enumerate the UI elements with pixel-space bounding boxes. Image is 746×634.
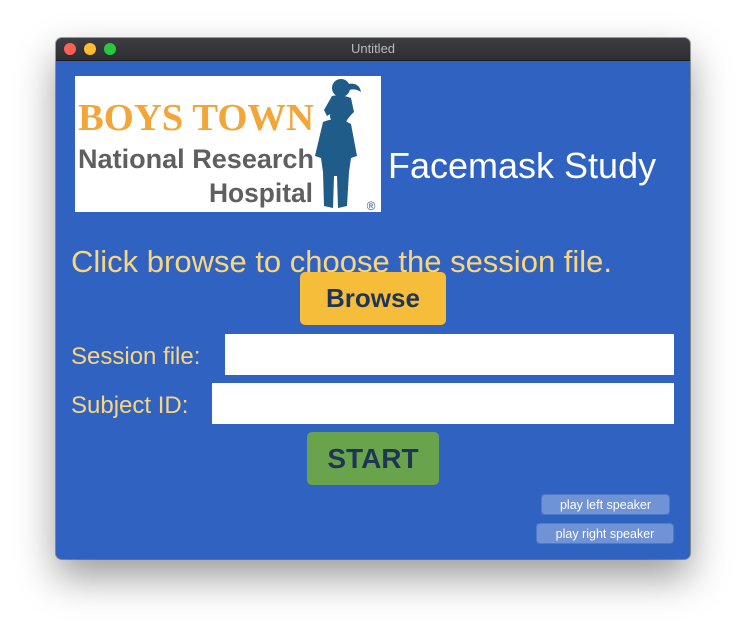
logo-line3: Hospital [209,178,313,208]
boys-town-logo: BOYS TOWN National Research Hospital ® [75,76,381,212]
window-title: Untitled [350,41,396,56]
logo-image: BOYS TOWN National Research Hospital ® [78,79,376,212]
logo-line1: BOYS TOWN [78,97,314,139]
app-window: Untitled BOYS TOWN National Research Hos… [56,38,690,559]
session-file-input[interactable] [225,334,674,375]
play-left-speaker-button[interactable]: play left speaker [542,495,669,514]
subject-id-input[interactable] [212,383,674,424]
title-bar[interactable]: Untitled [56,38,690,61]
child-on-shoulders-icon [315,79,361,208]
subject-id-label: Subject ID: [71,392,189,419]
browse-button[interactable]: Browse [300,272,446,325]
main-content: BOYS TOWN National Research Hospital ® F… [56,61,690,559]
logo-line2: National Research [78,144,314,174]
start-button[interactable]: START [307,432,439,485]
study-title: Facemask Study [388,145,657,186]
registered-mark: ® [367,199,376,212]
play-right-speaker-button[interactable]: play right speaker [537,524,673,543]
session-file-label: Session file: [71,343,201,370]
